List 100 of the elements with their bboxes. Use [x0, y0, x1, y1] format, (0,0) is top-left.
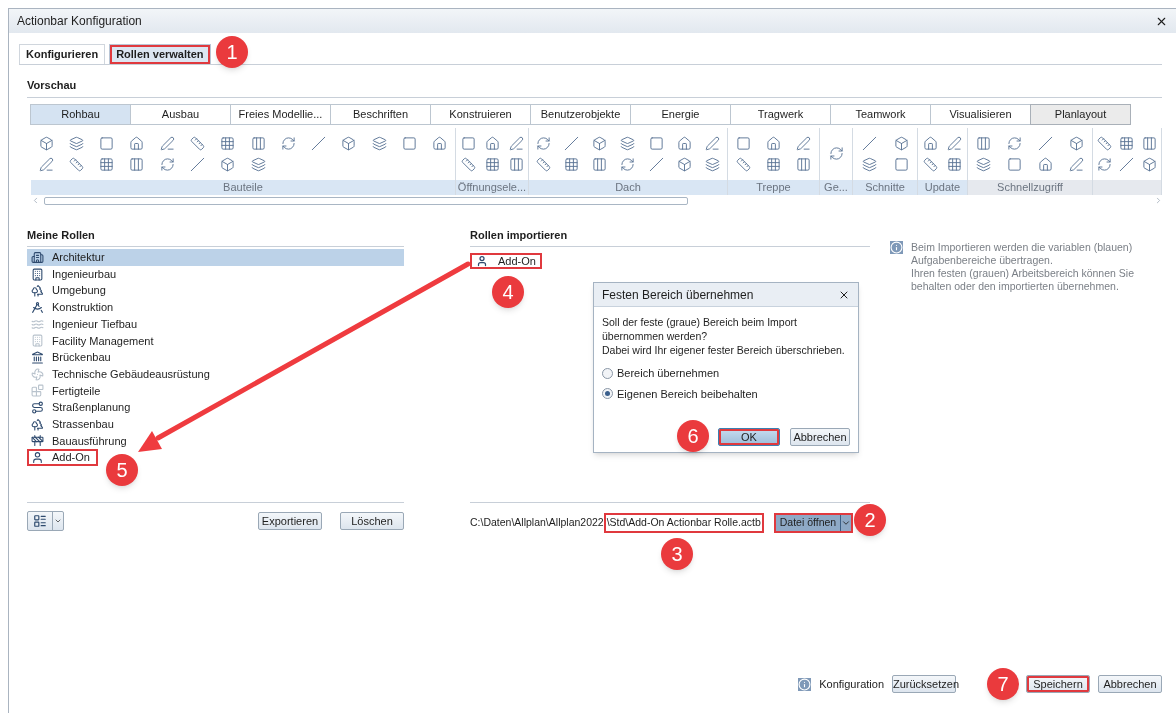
- role-item[interactable]: Umgebung: [27, 282, 404, 300]
- slash-icon[interactable]: [1119, 156, 1135, 172]
- grid-icon[interactable]: [1119, 135, 1135, 151]
- pen-icon[interactable]: [508, 135, 524, 151]
- refresh-icon[interactable]: [535, 135, 551, 151]
- scrollbar-thumb[interactable]: [44, 196, 688, 205]
- cube-icon[interactable]: [893, 135, 909, 151]
- ruler-icon[interactable]: [190, 135, 206, 151]
- ribbon-tab[interactable]: Konstruieren: [430, 103, 531, 125]
- ruler-icon[interactable]: [68, 156, 84, 172]
- square-icon[interactable]: [460, 135, 476, 151]
- layers-icon[interactable]: [705, 156, 721, 172]
- layers-icon[interactable]: [68, 135, 84, 151]
- square-icon[interactable]: [402, 135, 418, 151]
- cube-icon[interactable]: [677, 156, 693, 172]
- ruler-icon[interactable]: [922, 156, 938, 172]
- layers-icon[interactable]: [861, 156, 877, 172]
- radio-button[interactable]: [602, 367, 613, 379]
- info-icon[interactable]: [798, 677, 812, 691]
- square-icon[interactable]: [99, 135, 115, 151]
- columns-icon[interactable]: [129, 156, 145, 172]
- role-item[interactable]: Add-On: [27, 449, 98, 466]
- house-icon[interactable]: [766, 135, 781, 151]
- layers-icon[interactable]: [976, 156, 991, 172]
- refresh-icon[interactable]: [828, 146, 844, 161]
- role-item[interactable]: Ingenieurbau: [27, 265, 404, 283]
- grid-icon[interactable]: [766, 156, 781, 172]
- slash-icon[interactable]: [311, 135, 327, 151]
- ribbon-tab[interactable]: Beschriften: [330, 103, 431, 125]
- square-icon[interactable]: [648, 135, 664, 151]
- grid-icon[interactable]: [220, 135, 236, 151]
- cube-icon[interactable]: [220, 156, 236, 172]
- pen-icon[interactable]: [159, 135, 175, 151]
- ruler-icon[interactable]: [535, 156, 551, 172]
- house-icon[interactable]: [432, 135, 448, 151]
- columns-icon[interactable]: [796, 156, 812, 172]
- ribbon-tab[interactable]: Teamwork: [830, 103, 931, 125]
- slash-icon[interactable]: [861, 135, 877, 151]
- role-item[interactable]: Bauausführung: [27, 432, 404, 450]
- slash-icon[interactable]: [1038, 135, 1053, 151]
- role-icon-dropdown[interactable]: [27, 511, 64, 531]
- refresh-icon[interactable]: [1096, 156, 1112, 172]
- columns-icon[interactable]: [250, 135, 266, 151]
- grid-icon[interactable]: [484, 156, 500, 172]
- tab[interactable]: Konfigurieren: [19, 44, 106, 64]
- cube-icon[interactable]: [341, 135, 357, 151]
- role-item[interactable]: Technische Gebäudeausrüstung: [27, 365, 404, 383]
- square-icon[interactable]: [1007, 156, 1022, 172]
- role-item[interactable]: Ingenieur Tiefbau: [27, 315, 404, 333]
- columns-icon[interactable]: [508, 156, 524, 172]
- ruler-icon[interactable]: [1096, 135, 1112, 151]
- dialog-button[interactable]: Abbrechen: [790, 428, 850, 446]
- house-icon[interactable]: [922, 135, 938, 151]
- layers-icon[interactable]: [620, 135, 636, 151]
- ribbon-tab[interactable]: Planlayout: [1030, 103, 1131, 125]
- columns-icon[interactable]: [592, 156, 608, 172]
- role-item[interactable]: Fertigteile: [27, 382, 404, 400]
- columns-icon[interactable]: [1142, 135, 1158, 151]
- ruler-icon[interactable]: [735, 156, 751, 172]
- role-item[interactable]: Brückenbau: [27, 349, 404, 366]
- refresh-icon[interactable]: [1007, 135, 1022, 151]
- role-item[interactable]: Strassenbau: [27, 415, 404, 433]
- grid-icon[interactable]: [99, 156, 115, 172]
- pen-icon[interactable]: [1069, 156, 1084, 172]
- refresh-icon[interactable]: [159, 156, 175, 172]
- cube-icon[interactable]: [1069, 135, 1084, 151]
- radio-button[interactable]: [602, 388, 613, 400]
- ribbon-tab[interactable]: Benutzerobjekte: [530, 103, 631, 125]
- refresh-icon[interactable]: [620, 156, 636, 172]
- ribbon-tab[interactable]: Energie: [630, 103, 731, 125]
- open-file-button[interactable]: Datei öffnen: [773, 513, 854, 533]
- house-icon[interactable]: [484, 135, 500, 151]
- ribbon-tab[interactable]: Visualisieren: [930, 103, 1031, 125]
- refresh-icon[interactable]: [280, 135, 296, 151]
- slash-icon[interactable]: [563, 135, 579, 151]
- footer-button[interactable]: Abbrechen: [1098, 675, 1162, 693]
- footer-button[interactable]: Speichern: [1026, 675, 1090, 693]
- house-icon[interactable]: [1038, 156, 1053, 172]
- house-icon[interactable]: [677, 135, 693, 151]
- role-item[interactable]: Add-On: [470, 253, 542, 269]
- layers-icon[interactable]: [250, 156, 266, 172]
- slash-icon[interactable]: [648, 156, 664, 172]
- ribbon-tab[interactable]: Rohbau: [30, 103, 131, 125]
- role-item[interactable]: Konstruktion: [27, 299, 404, 316]
- cube-icon[interactable]: [1142, 156, 1158, 172]
- cube-icon[interactable]: [38, 135, 54, 151]
- tab[interactable]: Rollen verwalten: [109, 44, 211, 64]
- ribbon-tab[interactable]: Ausbau: [130, 103, 231, 125]
- pen-icon[interactable]: [947, 135, 963, 151]
- ribbon-tab[interactable]: Tragwerk: [730, 103, 831, 125]
- ribbon-tab[interactable]: Freies Modellie...: [230, 103, 331, 125]
- export-button[interactable]: Exportieren: [258, 512, 322, 530]
- slash-icon[interactable]: [190, 156, 206, 172]
- pen-icon[interactable]: [38, 156, 54, 172]
- grid-icon[interactable]: [947, 156, 963, 172]
- delete-button[interactable]: Löschen: [340, 512, 404, 530]
- square-icon[interactable]: [735, 135, 751, 151]
- grid-icon[interactable]: [563, 156, 579, 172]
- house-icon[interactable]: [129, 135, 145, 151]
- square-icon[interactable]: [893, 156, 909, 172]
